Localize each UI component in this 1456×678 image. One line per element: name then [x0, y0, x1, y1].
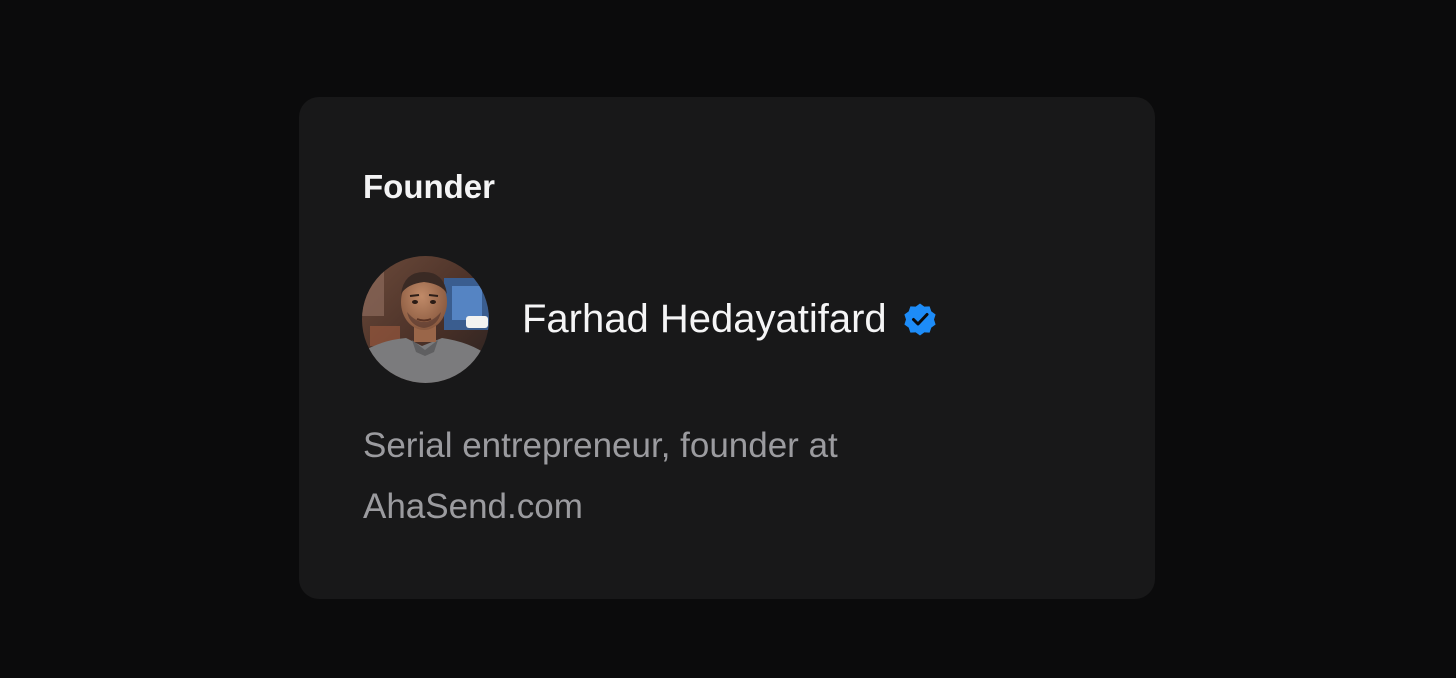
founder-profile: Farhad Hedayatifard: [362, 255, 939, 383]
section-title: Founder: [363, 168, 495, 205]
founder-bio: Serial entrepreneur, founder at AhaSend.…: [363, 426, 838, 526]
founder-name: Farhad Hedayatifard: [522, 297, 887, 341]
avatar: [362, 255, 489, 383]
verified-badge-icon: [901, 300, 939, 338]
founder-card: Founder Farhad Hedayatifard Serial entre…: [299, 97, 1155, 599]
avatar-photo: [362, 255, 489, 383]
